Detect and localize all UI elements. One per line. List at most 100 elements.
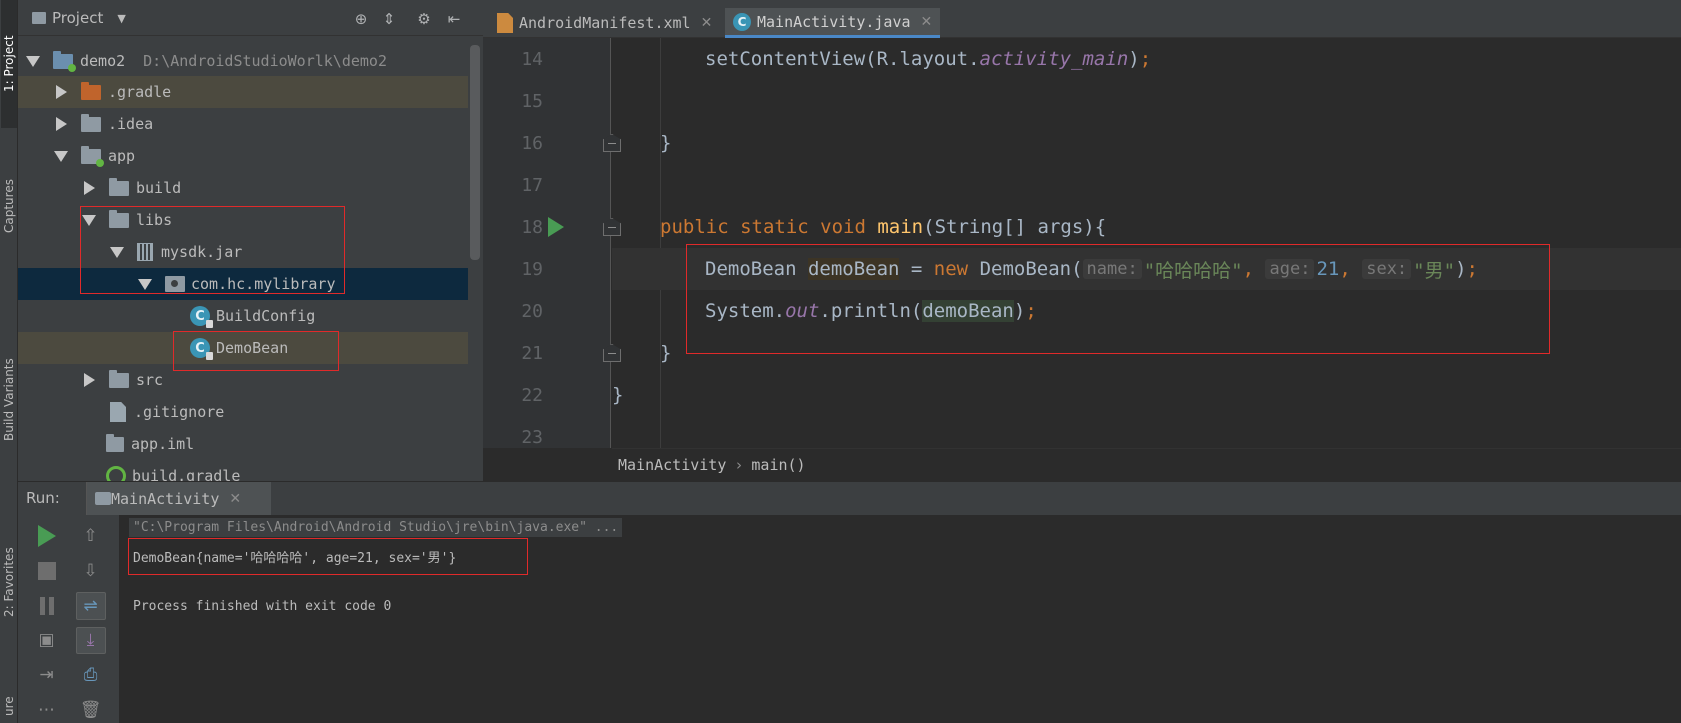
tab-mainactivity[interactable]: C MainActivity.java ✕ [725,8,941,38]
code-token: } [660,342,672,364]
line-number: 17 [521,175,543,196]
tree-item-demobean[interactable]: C DemoBean [18,332,468,364]
arrow-down-icon[interactable]: ⇩ [76,557,106,585]
tree-item-idea[interactable]: .idea [18,108,468,140]
run-tab-mainactivity[interactable]: MainActivity ✕ [86,482,271,515]
tree-item-label: demo2 [80,52,126,70]
tool-tab-captures[interactable]: Captures [1,160,17,252]
code-token: void [820,216,878,238]
print-icon[interactable]: ⎙ [76,661,106,689]
tool-tab-project[interactable]: 1: Project [1,0,17,128]
console-command-line: "C:\Program Files\Android\Android Studio… [129,518,623,537]
tree-scrollbar[interactable] [470,45,480,260]
hide-panel-icon[interactable]: ⇤ [445,10,463,28]
tree-item-label: .gradle [108,83,172,101]
breadcrumb-separator: › [734,456,744,474]
chevron-down-icon[interactable] [54,150,68,162]
stop-icon[interactable] [32,557,62,585]
code-line-19: DemoBean demoBean = new DemoBean(name: "哈… [612,248,1681,290]
tree-item-label: .idea [108,115,154,133]
more-icon[interactable]: ⋯ [32,696,62,723]
code-token: , [1242,258,1266,280]
rerun-play-icon[interactable] [32,522,62,550]
tree-item-label: app.iml [131,435,195,453]
line-number: 20 [521,301,543,322]
tree-item-libs[interactable]: libs [18,204,468,236]
tree-item-mysdk-jar[interactable]: mysdk.jar [18,236,468,268]
chevron-right-icon[interactable] [84,373,95,387]
camera-icon[interactable]: ▣ [32,626,62,654]
tree-item-app-iml[interactable]: app.iml [18,428,468,460]
tree-item-app[interactable]: app [18,140,468,172]
run-toolbar-primary: ▣ ⇥ ⋯ [24,515,69,723]
code-token: ) [1013,300,1026,322]
tree-item-buildconfig[interactable]: C BuildConfig [18,300,468,332]
scroll-from-source-icon[interactable]: ⊕ [352,10,370,28]
tree-item-gradle[interactable]: .gradle [18,76,468,108]
code-token: ; [1025,300,1037,322]
tree-item-build[interactable]: build [18,172,468,204]
file-icon [110,402,126,422]
close-icon[interactable]: ✕ [921,14,933,30]
code-line-16: } [660,122,671,164]
tree-item-label: com.hc.mylibrary [191,275,336,293]
code-token: = [899,258,934,280]
project-view-selector[interactable]: Project ▼ [32,9,126,27]
login-icon[interactable]: ⇥ [32,661,62,689]
code-token: } [612,384,624,406]
tree-item-gitignore[interactable]: .gitignore [18,396,468,428]
chevron-down-icon[interactable] [26,55,40,67]
code-token: "哈哈哈哈" [1143,259,1243,282]
project-panel-title: Project [52,9,104,27]
run-tab-label: MainActivity [111,489,220,508]
pause-icon[interactable] [32,592,62,620]
close-icon[interactable]: ✕ [701,15,713,31]
chevron-down-icon[interactable] [138,278,152,290]
run-label: Run: [26,489,60,507]
collapse-all-icon[interactable]: ⇕ [380,10,398,28]
arrow-up-icon[interactable]: ⇧ [76,522,106,550]
editor-breadcrumb: MainActivity › main() [612,448,1681,481]
close-icon[interactable]: ✕ [229,491,241,507]
code-token: System. [705,300,786,322]
code-token: "男" [1413,259,1456,282]
code-line-22: } [612,374,623,416]
breadcrumb-method[interactable]: main() [751,456,805,474]
scroll-to-end-icon[interactable]: ⤓ [75,626,106,655]
run-main-icon[interactable] [548,217,564,237]
chevron-right-icon[interactable] [84,181,95,195]
code-line-18: public static void main (String[] args){ [660,206,1106,248]
chevron-right-icon[interactable] [56,117,67,131]
chevron-right-icon[interactable] [56,85,67,99]
code-token: ) [1455,258,1467,280]
tree-item-label: build [136,179,182,197]
code-token: out [785,300,820,322]
line-number: 15 [521,91,543,112]
code-token: DemoBean [705,258,808,280]
code-area[interactable]: setContentView(R.layout. activity_main); … [612,38,1681,448]
tree-item-demo2[interactable]: demo2 D:\AndroidStudioWorlk\demo2 [18,45,468,77]
tab-androidmanifest[interactable]: AndroidManifest.xml ✕ [489,8,720,38]
soft-wrap-icon[interactable]: ⇌ [75,591,106,620]
breadcrumb-class[interactable]: MainActivity [618,456,726,474]
tool-tab-structure[interactable]: ure [1,690,17,723]
code-token: (String[] args){ [923,216,1107,238]
editor-tabs: AndroidManifest.xml ✕ C MainActivity.jav… [483,0,1681,38]
run-panel: Run: MainActivity ✕ ▣ ⇥ ⋯ ⇧ ⇩ ⇌ ⤓ ⎙ 🗑 "C… [18,481,1681,723]
console-output[interactable]: "C:\Program Files\Android\Android Studio… [119,515,1681,723]
tool-tab-favorites[interactable]: 2: Favorites [1,522,17,642]
tree-item-build-gradle[interactable]: build.gradle [18,460,468,481]
gear-icon[interactable]: ⚙ [415,10,433,28]
tree-item-label: mysdk.jar [161,243,243,261]
tool-tab-build-variants[interactable]: Build Variants [1,330,17,470]
trash-icon[interactable]: 🗑 [76,696,106,723]
chevron-down-icon[interactable] [82,214,96,226]
code-token: } [660,132,672,154]
tree-item-src[interactable]: src [18,364,468,396]
tree-item-package[interactable]: com.hc.mylibrary [18,268,468,300]
code-token: DemoBean( [979,258,1083,280]
chevron-down-icon[interactable] [110,246,124,258]
code-token: demoBean [807,258,900,280]
line-number: 18 [521,217,543,238]
project-module-icon [53,50,76,72]
